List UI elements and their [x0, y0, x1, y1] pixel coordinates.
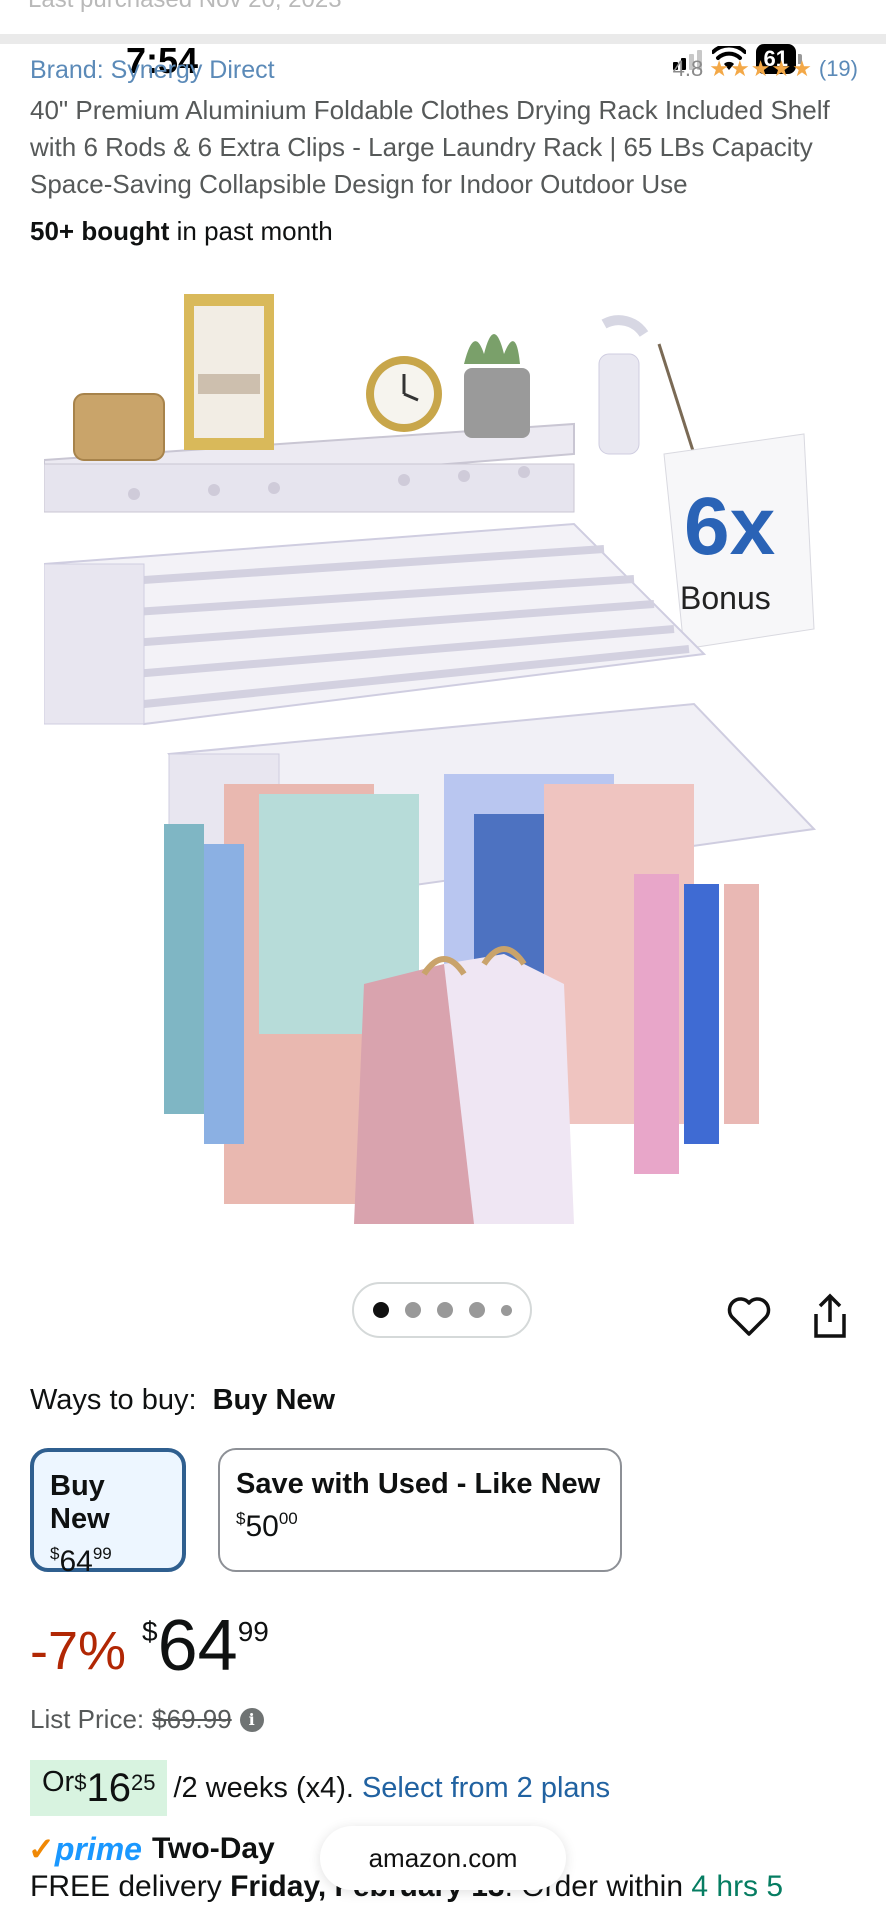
carousel-dot-5[interactable]: [500, 1304, 512, 1316]
last-purchased-text: Last purchased Nov 20, 2023: [28, 0, 342, 14]
carousel-dot-1[interactable]: [372, 1302, 389, 1318]
shelf-illustration: [44, 294, 575, 513]
prime-badge: ✓ prime Two-Day: [28, 1830, 275, 1868]
carousel-dot-3[interactable]: [436, 1302, 453, 1318]
rating-summary[interactable]: 4.8 ★★★★★ (19): [673, 56, 858, 82]
installment-terms: /2 weeks (x4).: [173, 1771, 354, 1804]
status-bar: Last purchased Nov 20, 2023 7:54 61: [0, 0, 886, 100]
lower-rack-illustration: [164, 702, 817, 1224]
carousel-dot-4[interactable]: [468, 1302, 485, 1318]
used-like-new-option[interactable]: Save with Used - Like New $5000: [218, 1448, 622, 1572]
prime-check-icon: ✓: [28, 1831, 55, 1867]
installment-badge: Or $16 25: [30, 1760, 168, 1816]
buy-new-price: $6499: [50, 1544, 112, 1578]
ways-to-buy-selected: Buy New: [212, 1384, 336, 1416]
price-currency: $: [142, 1616, 158, 1647]
used-like-new-price: $5000: [236, 1509, 298, 1543]
bonus-count: 6x: [684, 481, 775, 572]
price-block: -7% $ 64 99: [30, 1606, 269, 1686]
info-icon[interactable]: i: [239, 1707, 264, 1732]
carousel-dot-2[interactable]: [404, 1302, 421, 1318]
list-price-label: List Price:: [30, 1704, 145, 1734]
product-title: 40" Premium Aluminium Foldable Clothes D…: [30, 95, 830, 199]
price-whole: 64: [157, 1606, 238, 1686]
product-image[interactable]: 6x Bonus: [44, 284, 844, 1224]
order-countdown: 4 hrs 5: [691, 1870, 784, 1903]
used-like-new-label: Save with Used - Like New: [236, 1468, 601, 1500]
rating-value: 4.8: [672, 56, 704, 81]
price-fraction: 99: [237, 1616, 269, 1647]
list-price: List Price: $69.99 i: [30, 1704, 264, 1735]
buy-new-label: Buy New: [50, 1470, 110, 1535]
installment-plan: Or $16 25 /2 weeks (x4). Select from 2 pl…: [30, 1760, 610, 1816]
buy-new-option[interactable]: Buy New $6499: [30, 1448, 186, 1578]
bought-suffix: in past month: [169, 216, 333, 246]
bonus-label: Bonus: [680, 580, 771, 616]
discount-percent: -7%: [30, 1621, 127, 1681]
ways-to-buy-label: Ways to buy:: [30, 1384, 197, 1416]
prime-logo: prime: [54, 1830, 142, 1867]
upper-rack-illustration: [44, 522, 707, 726]
ways-to-buy: Ways to buy: Buy New: [30, 1384, 335, 1417]
select-plans-link[interactable]: Select from 2 plans: [362, 1772, 610, 1805]
bought-count: 50+ bought: [30, 216, 170, 246]
image-carousel-dots[interactable]: [352, 1282, 532, 1338]
list-price-value: $69.99: [152, 1704, 232, 1734]
browser-url-pill[interactable]: amazon.com: [320, 1826, 566, 1890]
bought-in-past-month: 50+ bought in past month: [30, 216, 333, 247]
star-rating-icon: ★★★★★: [709, 56, 813, 81]
prime-speed: Two-Day: [151, 1832, 275, 1865]
share-icon[interactable]: [810, 1292, 850, 1342]
heart-icon[interactable]: [726, 1294, 772, 1340]
rating-count[interactable]: (19): [819, 56, 858, 82]
brand-link[interactable]: Brand: Synergy Direct: [30, 56, 275, 85]
